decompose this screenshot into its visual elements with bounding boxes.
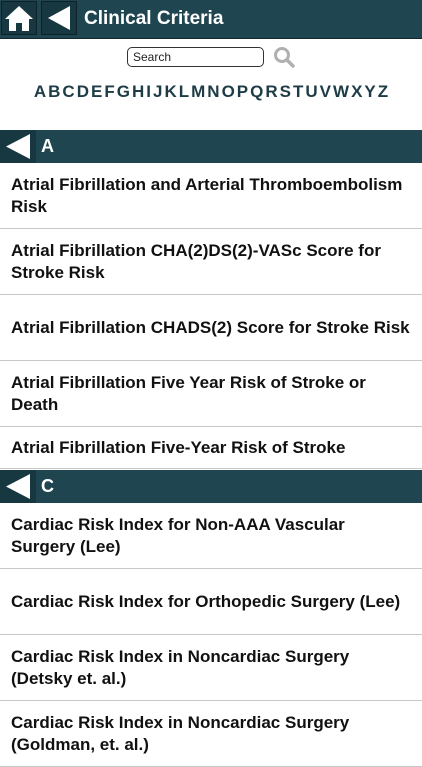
list-item[interactable]: Atrial Fibrillation CHA(2)DS(2)-VASc Sco…: [0, 229, 422, 295]
list-item-label: Atrial Fibrillation CHA(2)DS(2)-VASc Sco…: [11, 240, 381, 282]
back-arrow-icon: [6, 134, 30, 159]
index-letter-e[interactable]: E: [91, 80, 102, 103]
home-button[interactable]: [1, 1, 37, 35]
list-item[interactable]: Atrial Fibrillation Five Year Risk of St…: [0, 361, 422, 427]
list-item[interactable]: Cardiac Risk Index for Non-AAA Vascular …: [0, 503, 422, 569]
index-letter-p[interactable]: P: [237, 80, 248, 103]
index-letter-w[interactable]: W: [333, 80, 349, 103]
section-back-button[interactable]: [0, 470, 36, 503]
index-letter-l[interactable]: L: [179, 80, 189, 103]
list-item[interactable]: Cardiac Risk Index in Noncardiac Surgery…: [0, 701, 422, 767]
section-header-c: C: [0, 470, 422, 503]
list-item[interactable]: Atrial Fibrillation Five-Year Risk of St…: [0, 427, 422, 469]
section-letter: A: [41, 136, 54, 156]
index-letter-s[interactable]: S: [280, 80, 291, 103]
index-letter-x[interactable]: X: [351, 80, 362, 103]
index-letter-v[interactable]: V: [320, 80, 331, 103]
list-item-label: Atrial Fibrillation Five-Year Risk of St…: [11, 437, 346, 457]
index-letter-d[interactable]: D: [77, 80, 89, 103]
index-letter-c[interactable]: C: [62, 80, 74, 103]
list-item-label: Cardiac Risk Index in Noncardiac Surgery…: [11, 712, 350, 754]
list-item[interactable]: Atrial Fibrillation and Arterial Thrombo…: [0, 163, 422, 229]
list-item[interactable]: Cardiac Risk Index in Noncardiac Surgery…: [0, 635, 422, 701]
list-item-label: Cardiac Risk Index in Noncardiac Surgery…: [11, 646, 350, 688]
index-letter-q[interactable]: Q: [250, 80, 263, 103]
list-item-label: Cardiac Risk Index for Orthopedic Surger…: [11, 591, 401, 611]
search-bar: [0, 39, 422, 76]
back-arrow-icon: [48, 6, 70, 30]
index-letter-y[interactable]: Y: [364, 80, 375, 103]
page-title: Clinical Criteria: [84, 8, 224, 29]
list-item-label: Cardiac Risk Index for Non-AAA Vascular …: [11, 514, 345, 556]
index-letter-j[interactable]: J: [153, 80, 162, 103]
top-bar: Clinical Criteria: [0, 0, 422, 39]
list-item[interactable]: Atrial Fibrillation CHADS(2) Score for S…: [0, 295, 422, 361]
home-icon: [5, 6, 33, 31]
section-header-a: A: [0, 130, 422, 163]
list-item[interactable]: Cardiac Risk Index for Orthopedic Surger…: [0, 569, 422, 635]
index-letter-z[interactable]: Z: [378, 80, 388, 103]
section-letter: C: [41, 476, 54, 496]
index-letter-u[interactable]: U: [305, 80, 317, 103]
section-back-button[interactable]: [0, 130, 36, 163]
index-letter-f[interactable]: F: [104, 80, 114, 103]
index-letter-r[interactable]: R: [265, 80, 277, 103]
list-item-label: Atrial Fibrillation CHADS(2) Score for S…: [11, 317, 410, 337]
index-letter-h[interactable]: H: [132, 80, 144, 103]
index-letter-o[interactable]: O: [222, 80, 235, 103]
index-letter-g[interactable]: G: [117, 80, 130, 103]
index-letter-b[interactable]: B: [48, 80, 60, 103]
index-letter-t[interactable]: T: [293, 80, 303, 103]
back-button[interactable]: [41, 1, 77, 35]
search-icon[interactable]: [272, 45, 296, 69]
index-letter-a[interactable]: A: [34, 80, 46, 103]
index-letter-n[interactable]: N: [207, 80, 219, 103]
list-item-label: Atrial Fibrillation and Arterial Thrombo…: [11, 174, 403, 216]
search-input[interactable]: [127, 47, 264, 67]
list-item-label: Atrial Fibrillation Five Year Risk of St…: [11, 372, 366, 414]
index-letter-i[interactable]: I: [146, 80, 151, 103]
index-letter-k[interactable]: K: [164, 80, 176, 103]
index-letter-m[interactable]: M: [191, 80, 205, 103]
back-arrow-icon: [6, 474, 30, 499]
alphabet-index: ABCDEFGHIJKLMNOPQRSTUVWXYZ: [0, 80, 422, 128]
